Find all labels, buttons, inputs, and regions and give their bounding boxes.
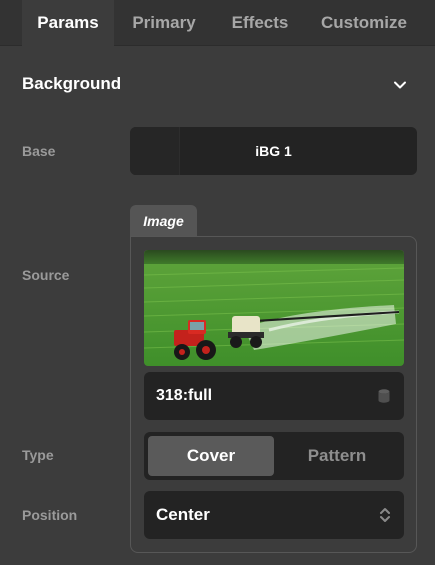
position-value: Center bbox=[156, 505, 210, 524]
base-value: iBG 1 bbox=[255, 143, 292, 159]
tab-bar: Params Primary Effects Customize bbox=[0, 0, 435, 46]
type-option-cover[interactable]: Cover bbox=[148, 436, 274, 476]
tab-primary[interactable]: Primary bbox=[114, 0, 214, 46]
image-tag[interactable]: Image bbox=[130, 205, 197, 236]
up-down-arrows-icon bbox=[380, 508, 390, 522]
chevron-down-icon[interactable] bbox=[392, 77, 408, 93]
database-icon[interactable] bbox=[376, 388, 392, 404]
image-thumbnail[interactable] bbox=[144, 250, 404, 366]
tab-effects[interactable]: Effects bbox=[214, 0, 306, 46]
tab-params[interactable]: Params bbox=[22, 0, 114, 46]
base-select[interactable]: iBG 1 bbox=[130, 127, 417, 175]
file-field[interactable]: 318:full bbox=[144, 372, 404, 420]
tab-customize[interactable]: Customize bbox=[306, 0, 422, 46]
base-label: Base bbox=[22, 143, 56, 159]
source-label: Source bbox=[22, 267, 70, 283]
base-swatch bbox=[130, 127, 180, 175]
type-option-pattern[interactable]: Pattern bbox=[274, 436, 400, 476]
position-select[interactable]: Center bbox=[144, 491, 404, 539]
file-value: 318:full bbox=[156, 387, 213, 404]
position-label: Position bbox=[22, 507, 78, 523]
type-segmented-control: Cover Pattern bbox=[144, 432, 404, 480]
type-label: Type bbox=[22, 447, 54, 463]
section-title-background[interactable]: Background bbox=[22, 74, 121, 94]
tractor-field-image bbox=[144, 250, 404, 366]
